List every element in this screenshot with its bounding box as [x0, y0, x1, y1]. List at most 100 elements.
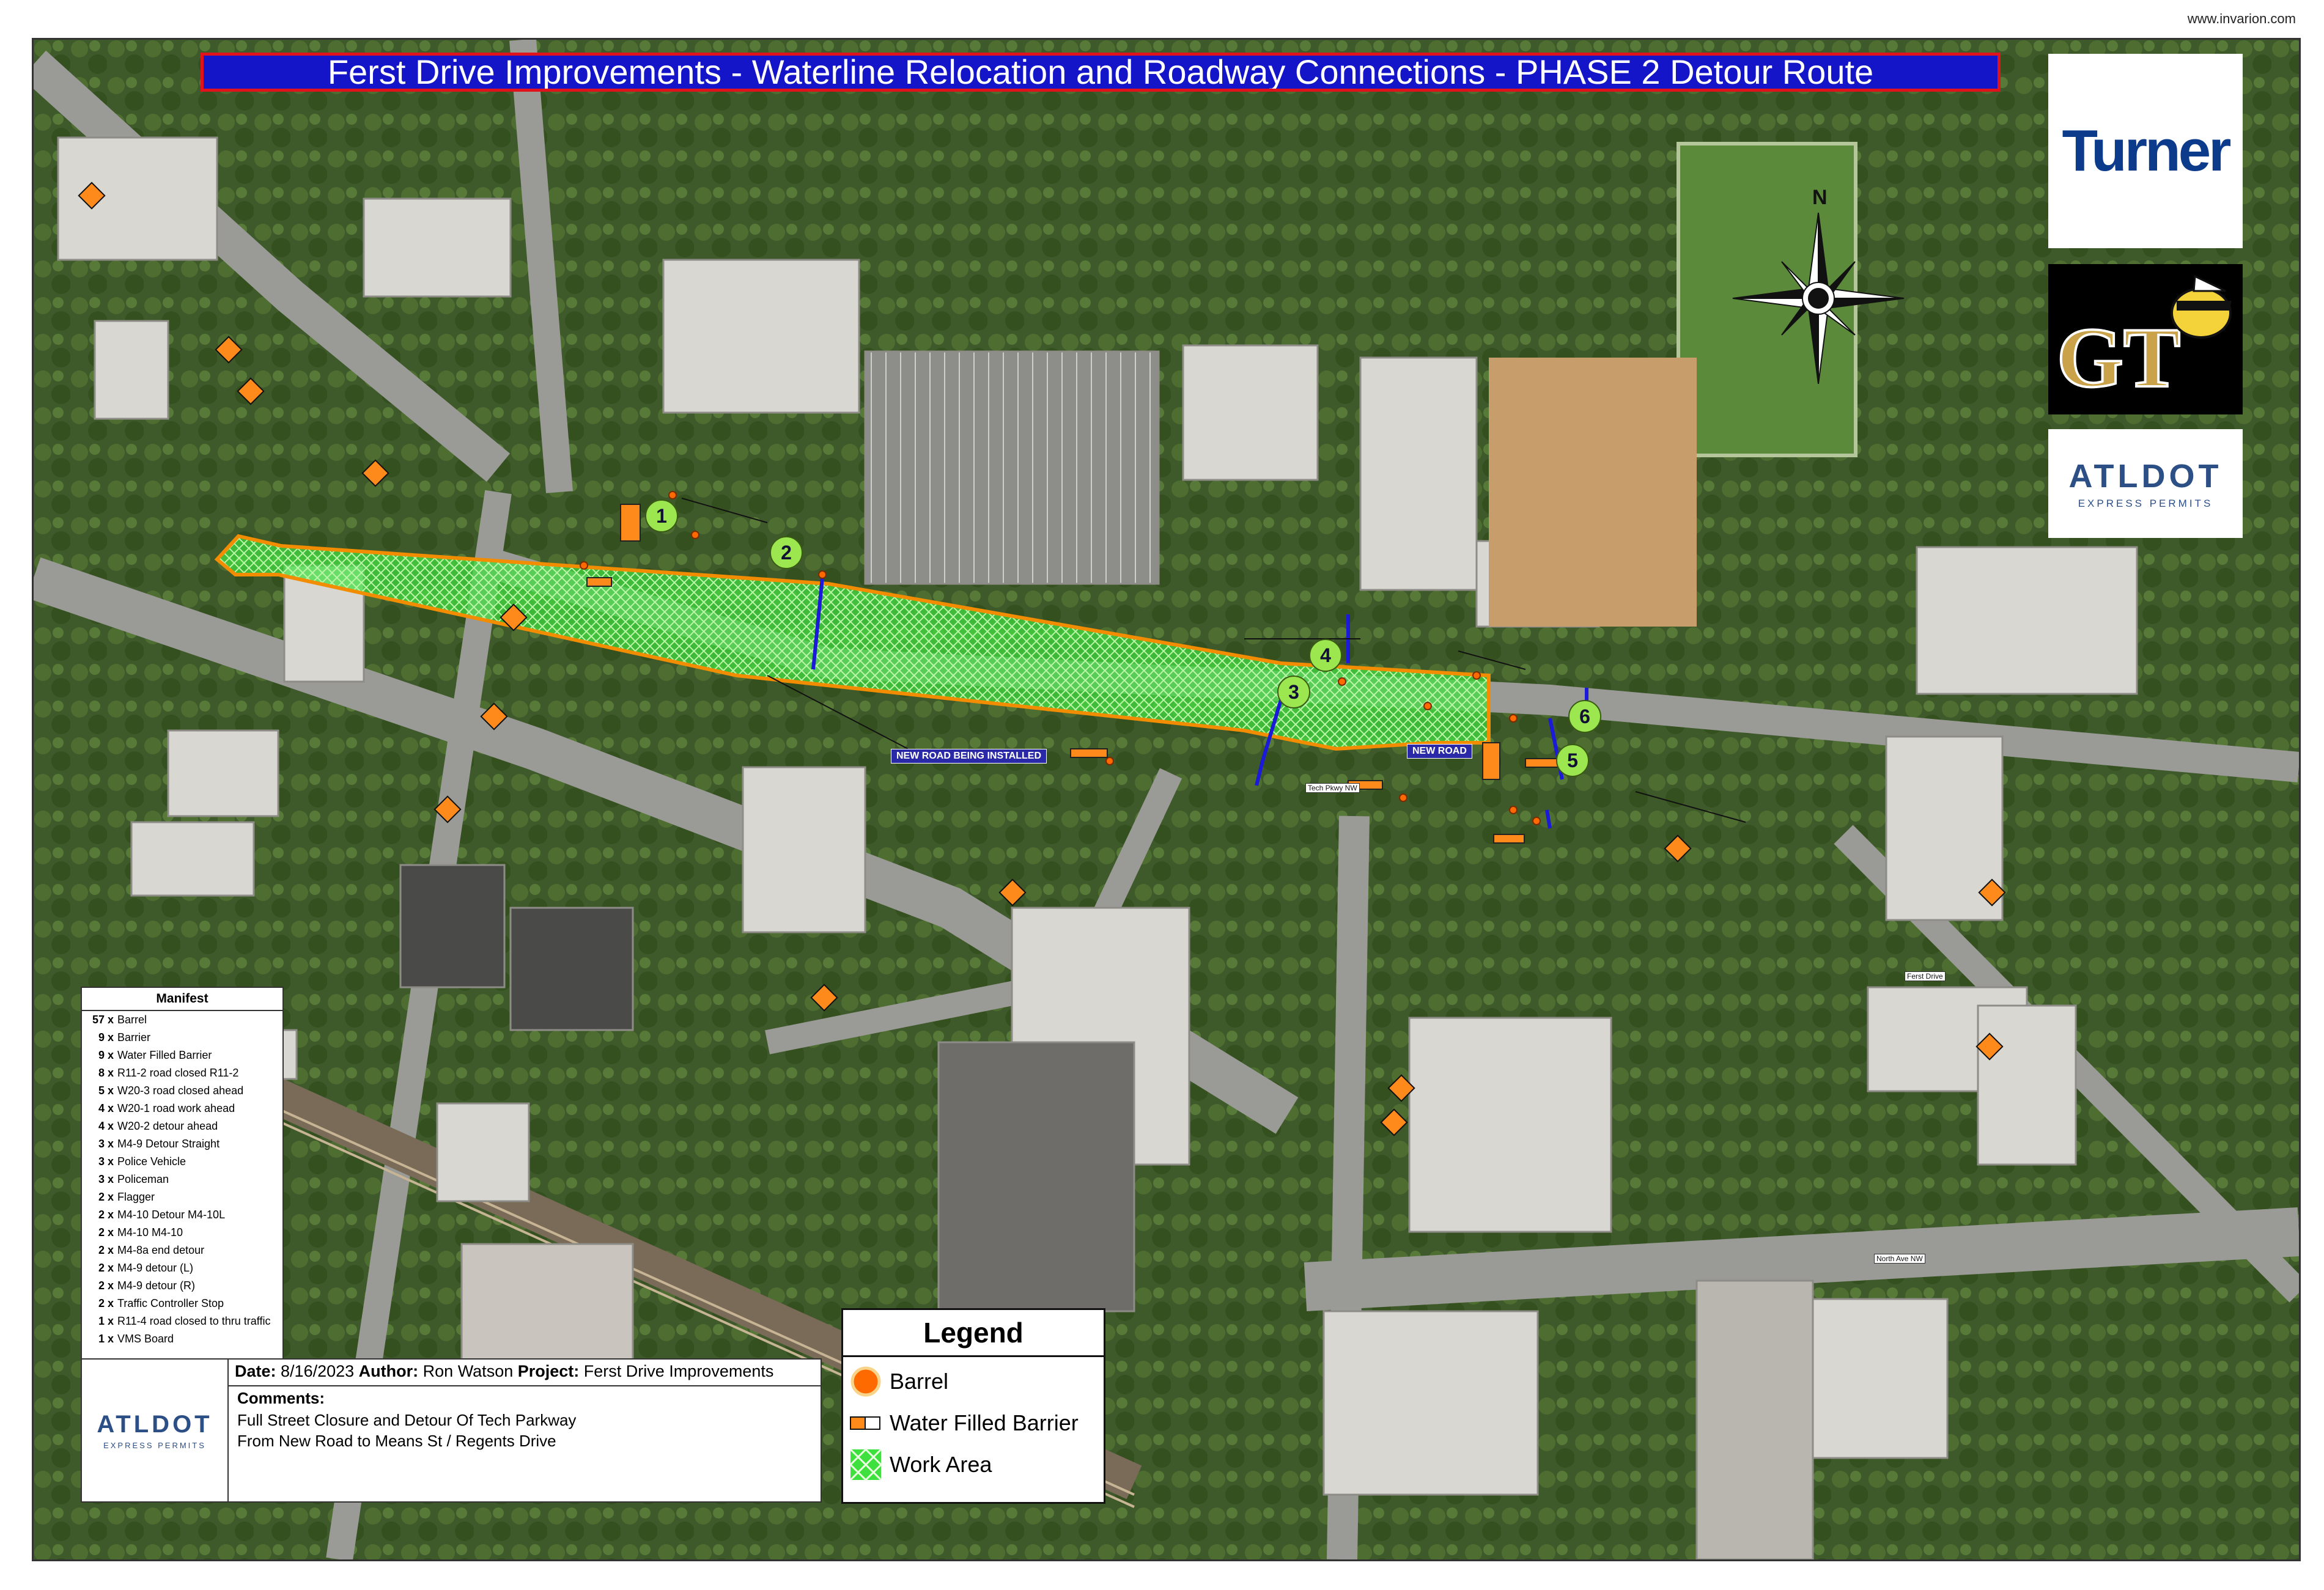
manifest-item-name: Water Filled Barrier	[117, 1049, 212, 1061]
manifest-rows: 57 x Barrel 9 x Barrier 9 x Water Filled Barr…	[82, 1011, 282, 1348]
manifest-item-name: VMS Board	[117, 1333, 174, 1345]
construction-site	[1489, 358, 1697, 627]
turner-logo-text: Turner	[2062, 118, 2232, 183]
manifest-qty: 2 x	[98, 1191, 114, 1203]
manifest-row: 1 x VMS Board	[82, 1330, 282, 1348]
water-barrier-icon	[849, 1407, 882, 1440]
manifest-row: 57 x Barrel	[82, 1011, 282, 1029]
manifest-item-name: Policeman	[117, 1173, 169, 1185]
info-block: ATLDOT EXPRESS PERMITS Date: 8/16/2023 A…	[81, 1358, 822, 1503]
manifest-row: 2 x M4-9 detour (L)	[82, 1259, 282, 1277]
date-label: Date:	[235, 1362, 276, 1380]
manifest-qty: 3 x	[98, 1173, 114, 1185]
info-atldot-logo: ATLDOT EXPRESS PERMITS	[82, 1360, 229, 1501]
manifest-item-name: Barrier	[117, 1031, 151, 1043]
map-frame: NEW ROAD BEING INSTALLED NEW ROAD Ferst …	[32, 38, 2301, 1561]
date-value: 8/16/2023	[281, 1362, 355, 1380]
legend-item-work-area: Work Area	[843, 1445, 1104, 1485]
manifest-qty: 3 x	[98, 1138, 114, 1150]
work-zone-marker-5: 5	[1556, 744, 1589, 777]
work-zone-marker-3: 3	[1277, 675, 1310, 709]
manifest-qty: 9 x	[98, 1049, 114, 1061]
manifest-qty: 8 x	[98, 1067, 114, 1079]
manifest-item-name: M4-9 Detour Straight	[117, 1138, 220, 1150]
author-label: Author:	[358, 1362, 419, 1380]
manifest-item-name: M4-9 detour (L)	[117, 1262, 194, 1274]
manifest-row: 4 x W20-1 road work ahead	[82, 1100, 282, 1117]
tech-pkwy-road-label: Tech Pkwy NW	[1305, 783, 1360, 793]
legend-item-barrel: Barrel	[843, 1361, 1104, 1402]
manifest-item-name: R11-4 road closed to thru traffic	[117, 1315, 271, 1327]
manifest-row: 9 x Barrier	[82, 1029, 282, 1047]
manifest-row: 1 x R11-4 road closed to thru traffic	[82, 1312, 282, 1330]
manifest-row: 2 x Flagger	[82, 1188, 282, 1206]
project-value: Ferst Drive Improvements	[583, 1362, 774, 1380]
legend-box: Legend Barrel Water Filled Barrier Work …	[841, 1308, 1105, 1504]
manifest-qty: 3 x	[98, 1155, 114, 1168]
manifest-qty: 2 x	[98, 1297, 114, 1309]
manifest-row: 8 x R11-2 road closed R11-2	[82, 1064, 282, 1082]
aerial-map	[34, 40, 2299, 1559]
manifest-qty: 4 x	[98, 1120, 114, 1132]
author-value: Ron Watson	[422, 1362, 514, 1380]
work-area-icon	[849, 1448, 882, 1481]
legend-work-area-label: Work Area	[890, 1452, 992, 1477]
info-atldot-subtitle: EXPRESS PERMITS	[103, 1441, 206, 1450]
manifest-row: 9 x Water Filled Barrier	[82, 1047, 282, 1064]
compass-icon: N	[1732, 186, 1905, 385]
manifest-item-name: Barrel	[117, 1014, 147, 1026]
manifest-qty: 1 x	[98, 1333, 114, 1345]
manifest-item-name: Traffic Controller Stop	[117, 1297, 224, 1309]
new-road-being-installed-label: NEW ROAD BEING INSTALLED	[891, 749, 1047, 764]
atldot-logo: ATLDOT EXPRESS PERMITS	[2048, 429, 2243, 538]
manifest-row: 2 x M4-10 M4-10	[82, 1224, 282, 1242]
comments-label: Comments:	[237, 1389, 325, 1407]
info-atldot-name: ATLDOT	[97, 1411, 213, 1438]
ferst-drive-road-label: Ferst Drive	[1905, 971, 1946, 981]
legend-item-water-barrier: Water Filled Barrier	[843, 1403, 1104, 1443]
manifest-qty: 2 x	[98, 1244, 114, 1256]
manifest-qty: 2 x	[98, 1279, 114, 1292]
manifest-item-name: W20-3 road closed ahead	[117, 1084, 244, 1097]
manifest-item-name: M4-10 M4-10	[117, 1226, 183, 1239]
manifest-qty: 4 x	[98, 1102, 114, 1114]
legend-title: Legend	[843, 1310, 1104, 1357]
manifest-item-name: Flagger	[117, 1191, 155, 1203]
atldot-logo-name: ATLDOT	[2068, 458, 2223, 495]
yellow-jacket-icon: GT	[2056, 274, 2232, 407]
georgia-tech-logo: GT	[2048, 264, 2243, 414]
manifest-qty: 1 x	[98, 1315, 114, 1327]
manifest-title: Manifest	[82, 988, 282, 1011]
manifest-item-name: M4-10 Detour M4-10L	[117, 1209, 226, 1221]
north-ave-road-label: North Ave NW	[1874, 1254, 1925, 1264]
legend-water-barrier-label: Water Filled Barrier	[890, 1410, 1079, 1435]
manifest-row: 3 x Police Vehicle	[82, 1153, 282, 1171]
legend-barrel-label: Barrel	[890, 1369, 949, 1394]
manifest-row: 2 x M4-10 Detour M4-10L	[82, 1206, 282, 1224]
manifest-row: 3 x M4-9 Detour Straight	[82, 1135, 282, 1153]
manifest-row: 5 x W20-3 road closed ahead	[82, 1082, 282, 1100]
barrel-icon	[849, 1365, 882, 1398]
comment-line-1: Full Street Closure and Detour Of Tech P…	[237, 1411, 577, 1429]
credit-text: www.invarion.com	[2187, 11, 2296, 26]
manifest-item-name: Police Vehicle	[117, 1155, 186, 1168]
map-title: Ferst Drive Improvements - Waterline Rel…	[201, 53, 2001, 92]
info-meta-line: Date: 8/16/2023 Author: Ron Watson Proje…	[235, 1362, 773, 1381]
manifest-qty: 2 x	[98, 1226, 114, 1239]
work-zone-marker-6: 6	[1568, 700, 1601, 733]
work-zone-marker-4: 4	[1309, 639, 1342, 672]
manifest-qty: 5 x	[98, 1084, 114, 1097]
atldot-logo-subtitle: EXPRESS PERMITS	[2078, 498, 2213, 509]
manifest-qty: 57 x	[92, 1014, 114, 1026]
info-divider	[227, 1385, 821, 1386]
manifest-item-name: M4-9 detour (R)	[117, 1279, 196, 1292]
manifest-item-name: W20-1 road work ahead	[117, 1102, 235, 1114]
manifest-row: 2 x Traffic Controller Stop	[82, 1295, 282, 1312]
manifest-item-name: M4-8a end detour	[117, 1244, 205, 1256]
work-zone-marker-1: 1	[645, 499, 678, 532]
turner-logo: Turner	[2048, 54, 2243, 248]
comment-line-2: From New Road to Means St / Regents Driv…	[237, 1432, 556, 1450]
north-label: N	[1812, 186, 1828, 209]
manifest-item-name: W20-2 detour ahead	[117, 1120, 218, 1132]
manifest-qty: 2 x	[98, 1209, 114, 1221]
